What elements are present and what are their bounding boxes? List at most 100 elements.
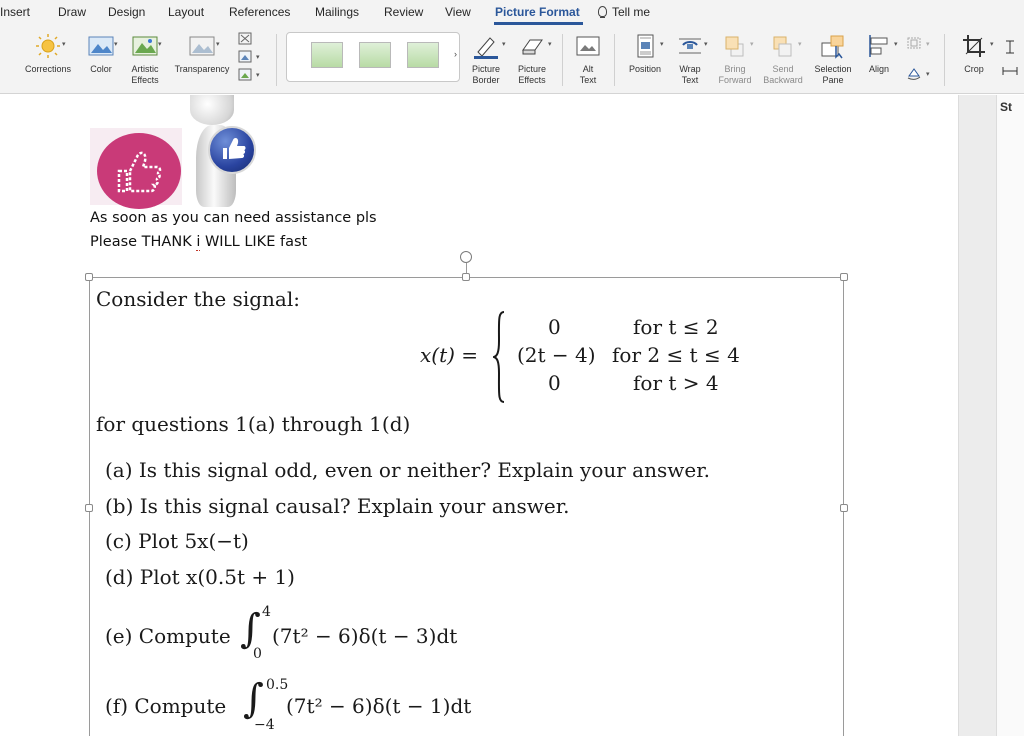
- picture-effects-line1: Picture: [517, 64, 546, 74]
- chevron-down-icon: ▾: [158, 41, 162, 48]
- lightbulb-icon: [598, 6, 607, 18]
- align-label: Align: [868, 64, 889, 74]
- gallery-next-icon[interactable]: ›: [454, 49, 457, 59]
- question-f-integrand: (7t² − 6)δ(t − 1)dt: [286, 694, 472, 718]
- ribbon-separator: [562, 34, 563, 86]
- transparency-button[interactable]: ▾ Transparency: [170, 28, 234, 92]
- tab-mailings[interactable]: Mailings: [315, 5, 359, 19]
- artistic-effects-label-line2: Effects: [131, 75, 159, 85]
- chevron-down-icon: ▾: [62, 41, 66, 48]
- selection-pane-icon: [821, 35, 844, 59]
- resize-handle-top[interactable]: [462, 273, 470, 281]
- integral-sign-f: ∫: [243, 676, 264, 722]
- tell-me-search[interactable]: Tell me: [598, 5, 650, 19]
- alt-text-label: Alt Text: [568, 64, 608, 86]
- question-c: (c) Plot 5x(−t): [105, 529, 249, 553]
- active-tab-indicator: [494, 22, 583, 25]
- rotate-objects-icon[interactable]: [906, 66, 922, 80]
- resize-handle-top-left[interactable]: [85, 273, 93, 281]
- scroll-gutter[interactable]: [958, 95, 996, 736]
- tab-layout[interactable]: Layout: [168, 5, 204, 19]
- ribbon-toolbar: ▾ Corrections ▾ Color ▾ Artistic Effects…: [0, 28, 1024, 94]
- side-pane-strip: St: [996, 95, 1024, 736]
- wrap-text-line2: Text: [681, 75, 699, 85]
- case-2-value: (2t − 4): [517, 343, 596, 367]
- artistic-effects-button[interactable]: ▾ Artistic Effects: [124, 28, 166, 92]
- tab-picture-format[interactable]: Picture Format: [495, 5, 580, 19]
- wrap-text-button[interactable]: ▾ Wrap Text: [670, 28, 710, 92]
- selection-pane-line1: Selection: [814, 64, 852, 74]
- bring-forward-button[interactable]: ▾ Bring Forward: [714, 28, 756, 92]
- tab-review[interactable]: Review: [384, 5, 423, 19]
- picture-style-1[interactable]: [311, 42, 343, 68]
- chevron-down-icon: ▾: [660, 41, 664, 48]
- corrections-button[interactable]: ▾ Corrections: [16, 28, 80, 92]
- color-button[interactable]: ▾ Color: [82, 28, 120, 92]
- tell-me-label: Tell me: [612, 5, 651, 19]
- ribbon-separator: [944, 34, 945, 86]
- case-1-condition: for t ≤ 2: [633, 315, 719, 339]
- question-f-lower-limit: −4: [254, 717, 275, 733]
- picture-border-label: Picture Border: [464, 64, 508, 86]
- question-e-lower-limit: 0: [253, 646, 262, 662]
- case-1-value: 0: [548, 315, 561, 339]
- note-line-2: Please THANK i WILL LIKE fast: [90, 234, 308, 251]
- resize-handle-top-right[interactable]: [840, 273, 848, 281]
- change-picture-icon[interactable]: [238, 50, 252, 63]
- note-line-2-part-b: WILL LIKE fast: [200, 234, 308, 250]
- chevron-down-icon: ▾: [216, 41, 220, 48]
- left-brace-icon: [493, 311, 505, 403]
- send-backward-button[interactable]: ▾ Send Backward: [760, 28, 806, 92]
- chevron-down-icon: ▾: [704, 41, 708, 48]
- tab-insert[interactable]: Insert: [0, 5, 30, 19]
- picture-border-line1: Picture: [471, 64, 500, 74]
- picture-effects-label: Picture Effects: [510, 64, 554, 86]
- transparency-icon: [189, 36, 215, 56]
- alt-text-line2: Text: [579, 75, 597, 85]
- tab-design[interactable]: Design: [108, 5, 145, 19]
- tab-draw[interactable]: Draw: [58, 5, 86, 19]
- picture-effects-line2: Effects: [518, 75, 546, 85]
- width-size-icon[interactable]: [1002, 64, 1018, 78]
- sun-corrections-icon: [36, 34, 60, 58]
- question-b: (b) Is this signal causal? Explain your …: [105, 494, 570, 518]
- crop-label: Crop: [964, 64, 984, 74]
- rotate-handle[interactable]: [460, 251, 472, 263]
- picture-effects-button[interactable]: ▾ Picture Effects: [510, 28, 554, 92]
- position-icon: [637, 34, 654, 58]
- bring-forward-label: Bring Forward: [714, 64, 756, 86]
- corrections-label: Corrections: [24, 64, 71, 74]
- question-d: (d) Plot x(0.5t + 1): [105, 565, 295, 589]
- reset-picture-icon[interactable]: [238, 68, 252, 81]
- send-backward-line2: Backward: [763, 75, 803, 85]
- artistic-effects-label: Artistic Effects: [124, 64, 166, 86]
- case-2-condition: for 2 ≤ t ≤ 4: [612, 343, 740, 367]
- picture-style-3[interactable]: [407, 42, 439, 68]
- artistic-effects-icon: [132, 36, 158, 56]
- figure-head: [190, 95, 234, 125]
- picture-style-2[interactable]: [359, 42, 391, 68]
- height-size-icon[interactable]: [1002, 40, 1018, 54]
- resize-handle-left[interactable]: [85, 504, 93, 512]
- artistic-effects-label-line1: Artistic: [131, 64, 159, 74]
- thumbs-up-icon: [223, 138, 246, 159]
- alt-text-button[interactable]: Alt Text: [568, 28, 608, 92]
- question-e-integrand: (7t² − 6)δ(t − 3)dt: [272, 624, 458, 648]
- compress-pictures-icon[interactable]: [238, 32, 252, 45]
- selection-pane-button[interactable]: Selection Pane: [810, 28, 856, 92]
- crop-button[interactable]: ▾ Crop: [952, 28, 996, 92]
- group-objects-icon[interactable]: [906, 36, 922, 50]
- signal-lhs: x(t) =: [420, 343, 479, 367]
- side-pane-tab[interactable]: St: [1000, 100, 1012, 114]
- tab-references[interactable]: References: [229, 5, 290, 19]
- bring-forward-line2: Forward: [718, 75, 752, 85]
- bring-forward-line1: Bring: [724, 64, 746, 74]
- position-button[interactable]: ▾ Position: [622, 28, 668, 92]
- pink-thumbs-up-badge: [97, 133, 181, 209]
- blue-like-ball: [208, 126, 256, 174]
- resize-handle-right[interactable]: [840, 504, 848, 512]
- questions-intro: for questions 1(a) through 1(d): [96, 412, 411, 436]
- tab-view[interactable]: View: [445, 5, 471, 19]
- picture-border-button[interactable]: ▾ Picture Border: [464, 28, 508, 92]
- align-button[interactable]: ▾ Align: [858, 28, 900, 92]
